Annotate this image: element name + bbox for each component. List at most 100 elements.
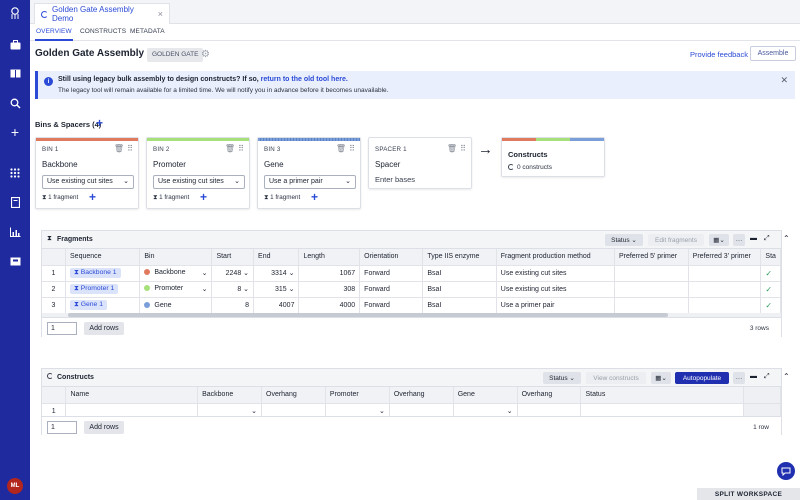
inventory-icon[interactable] bbox=[8, 254, 22, 268]
end-cell[interactable]: 315 ⌄ bbox=[253, 281, 300, 298]
primer3-cell[interactable] bbox=[688, 265, 762, 282]
primer5-cell[interactable] bbox=[614, 265, 689, 282]
chevron-down-icon[interactable]: ⌄ bbox=[202, 269, 208, 277]
add-fragment-plus-icon[interactable]: + bbox=[311, 190, 318, 204]
drag-handle-icon[interactable]: ⠿ bbox=[238, 144, 244, 153]
bin-card-gene[interactable]: BIN 3 🗑 ⠿ Gene Use a primer pair ⌄ ⧗ 1 fr… bbox=[257, 137, 361, 209]
dock-panel-icon[interactable]: ▬ bbox=[750, 373, 757, 380]
column-header[interactable]: Overhang bbox=[517, 387, 582, 404]
sequence-cell[interactable]: ⧗ Gene 1 bbox=[65, 297, 141, 314]
more-options-icon[interactable]: ··· bbox=[733, 234, 745, 246]
page-number-input[interactable]: 1 bbox=[47, 322, 77, 335]
column-header[interactable]: Promoter bbox=[325, 387, 390, 404]
create-plus-icon[interactable]: + bbox=[8, 124, 22, 140]
collapse-constructs-icon[interactable]: ⌃ bbox=[783, 372, 790, 381]
old-tool-link[interactable]: return to the old tool here. bbox=[261, 76, 348, 83]
chevron-down-icon[interactable]: ⌄ bbox=[202, 285, 208, 293]
enzyme-cell[interactable]: BsaI bbox=[422, 297, 497, 314]
export-menu-button[interactable]: ▦⌄ bbox=[651, 372, 671, 384]
method-select[interactable]: Use existing cut sites ⌄ bbox=[153, 175, 245, 189]
drag-handle-icon[interactable]: ⠿ bbox=[460, 144, 466, 153]
apps-grid-icon[interactable] bbox=[8, 166, 22, 180]
column-header[interactable]: Backbone bbox=[197, 387, 262, 404]
column-header[interactable]: Sta bbox=[760, 249, 781, 266]
provide-feedback-link[interactable]: Provide feedback bbox=[690, 50, 748, 59]
column-header[interactable]: Status bbox=[580, 387, 745, 404]
bin-cell[interactable]: Backbone ⌄ bbox=[139, 265, 213, 282]
column-header[interactable]: Preferred 5' primer bbox=[614, 249, 689, 266]
search-icon[interactable] bbox=[8, 96, 22, 110]
trash-icon[interactable]: 🗑 bbox=[225, 144, 235, 153]
column-header[interactable]: End bbox=[253, 249, 300, 266]
column-header[interactable]: Sequence bbox=[65, 249, 141, 266]
table-row[interactable]: 1 ⧗ Backbone 1 Backbone ⌄ 2248 ⌄ 3314 ⌄ 1… bbox=[42, 265, 781, 282]
method-cell[interactable]: Use existing cut sites bbox=[496, 281, 615, 298]
end-cell[interactable]: 4007 bbox=[253, 297, 300, 314]
add-rows-button[interactable]: Add rows bbox=[84, 421, 124, 434]
column-header[interactable]: Length bbox=[298, 249, 361, 266]
column-header[interactable]: Name bbox=[65, 387, 199, 404]
column-header[interactable]: Bin bbox=[139, 249, 213, 266]
method-select[interactable]: Use existing cut sites ⌄ bbox=[42, 175, 134, 189]
add-fragment-plus-icon[interactable]: + bbox=[89, 190, 96, 204]
chat-support-icon[interactable] bbox=[777, 462, 795, 480]
table-row[interactable]: 3 ⧗ Gene 1 Gene 8 4007 4000 Forward BsaI… bbox=[42, 297, 781, 314]
column-header[interactable]: Overhang bbox=[261, 387, 326, 404]
enzyme-cell[interactable]: BsaI bbox=[422, 265, 497, 282]
bin-name[interactable]: Promoter bbox=[153, 160, 186, 169]
app-logo-icon[interactable] bbox=[8, 6, 22, 20]
collapse-fragments-icon[interactable]: ⌃ bbox=[783, 234, 790, 243]
start-cell[interactable]: 2248 ⌄ bbox=[211, 265, 255, 282]
view-constructs-button[interactable]: View constructs bbox=[586, 372, 646, 384]
add-bin-plus-icon[interactable]: + bbox=[96, 116, 103, 130]
enzyme-cell[interactable]: BsaI bbox=[422, 281, 497, 298]
page-number-input[interactable]: 1 bbox=[47, 421, 77, 434]
close-banner-icon[interactable]: ✕ bbox=[780, 75, 788, 86]
chevron-down-icon[interactable]: ⌄ bbox=[507, 407, 513, 415]
autopopulate-button[interactable]: Autopopulate bbox=[675, 372, 729, 384]
bin-cell[interactable]: Promoter ⌄ bbox=[139, 281, 213, 298]
dock-panel-icon[interactable]: ▬ bbox=[750, 235, 757, 242]
primer3-cell[interactable] bbox=[688, 297, 762, 314]
add-fragment-plus-icon[interactable]: + bbox=[200, 190, 207, 204]
spacer-bases-input[interactable]: Enter bases bbox=[375, 175, 415, 184]
table-row[interactable]: 2 ⧗ Promoter 1 Promoter ⌄ 8 ⌄ 315 ⌄ 308 F… bbox=[42, 281, 781, 298]
bin-card-backbone[interactable]: BIN 1 🗑 ⠿ Backbone Use existing cut site… bbox=[35, 137, 139, 209]
trash-icon[interactable]: 🗑 bbox=[114, 144, 124, 153]
trash-icon[interactable]: 🗑 bbox=[336, 144, 346, 153]
bin-cell[interactable]: Gene bbox=[139, 297, 213, 314]
insights-chart-icon[interactable] bbox=[8, 225, 22, 239]
sequence-link[interactable]: ⧗ Gene 1 bbox=[70, 300, 107, 310]
export-menu-button[interactable]: ▦⌄ bbox=[709, 234, 729, 246]
column-header[interactable]: Overhang bbox=[389, 387, 454, 404]
sequence-cell[interactable]: ⧗ Promoter 1 bbox=[65, 281, 141, 298]
close-tab-icon[interactable]: × bbox=[158, 9, 163, 19]
orientation-cell[interactable]: Forward bbox=[359, 297, 424, 314]
notebook-icon[interactable] bbox=[8, 195, 22, 209]
column-header[interactable]: Orientation bbox=[359, 249, 424, 266]
fragments-status-button[interactable]: Status ⌄ bbox=[605, 234, 643, 246]
primer5-cell[interactable] bbox=[614, 297, 689, 314]
column-header[interactable]: Gene bbox=[453, 387, 518, 404]
document-tab[interactable]: Golden Gate Assembly Demo × bbox=[34, 3, 170, 24]
more-options-icon[interactable]: ··· bbox=[733, 372, 745, 384]
constructs-status-button[interactable]: Status ⌄ bbox=[543, 372, 581, 384]
tab-overview[interactable]: OVERVIEW bbox=[35, 28, 73, 41]
primer3-cell[interactable] bbox=[688, 281, 762, 298]
expand-icon[interactable]: ⤢ bbox=[764, 235, 770, 243]
spacer-card[interactable]: SPACER 1 🗑 ⠿ Spacer Enter bases bbox=[368, 137, 472, 189]
orientation-cell[interactable]: Forward bbox=[359, 265, 424, 282]
tab-constructs[interactable]: CONSTRUCTS bbox=[80, 28, 126, 35]
briefcase-icon[interactable] bbox=[8, 38, 22, 52]
gear-icon[interactable]: ⚙ bbox=[201, 49, 210, 60]
chevron-down-icon[interactable]: ⌄ bbox=[379, 407, 385, 415]
bin-card-promoter[interactable]: BIN 2 🗑 ⠿ Promoter Use existing cut site… bbox=[146, 137, 250, 209]
column-header[interactable]: Fragment production method bbox=[496, 249, 615, 266]
sequence-cell[interactable]: ⧗ Backbone 1 bbox=[65, 265, 141, 282]
assemble-button[interactable]: Assemble bbox=[750, 46, 796, 61]
constructs-card[interactable]: Constructs 0 constructs bbox=[501, 137, 605, 177]
split-workspace-button[interactable]: SPLIT WORKSPACE bbox=[697, 488, 800, 500]
primer5-cell[interactable] bbox=[614, 281, 689, 298]
bin-name[interactable]: Gene bbox=[264, 160, 284, 169]
method-cell[interactable]: Use existing cut sites bbox=[496, 265, 615, 282]
